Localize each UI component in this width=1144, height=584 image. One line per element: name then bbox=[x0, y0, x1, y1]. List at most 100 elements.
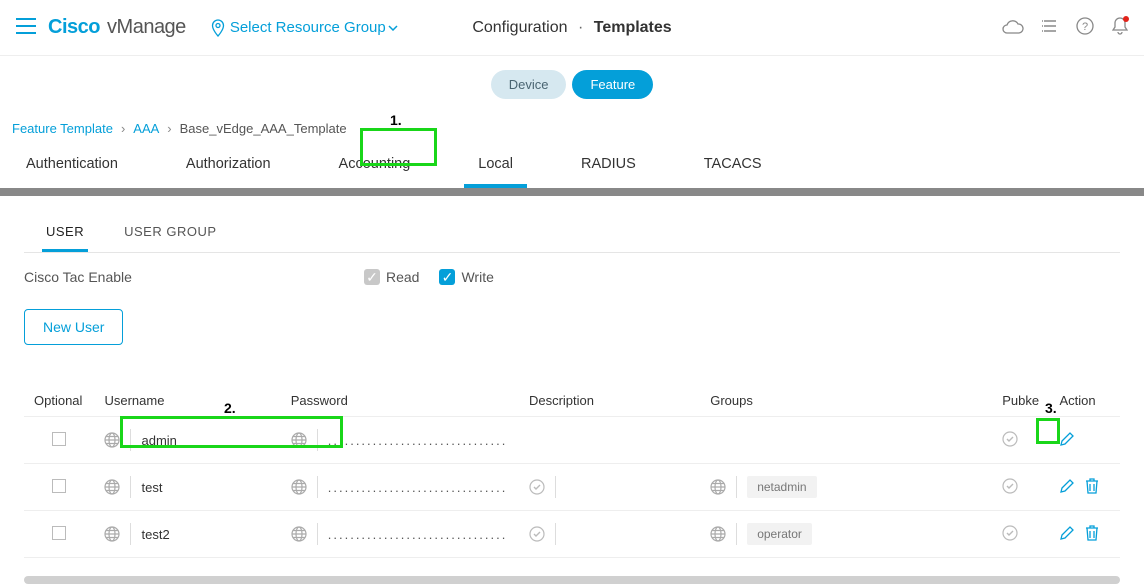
brand-main: Cisco bbox=[48, 16, 100, 38]
crumb-current: Base_vEdge_AAA_Template bbox=[180, 121, 347, 136]
title-separator: · bbox=[578, 19, 583, 36]
col-description: Description bbox=[519, 385, 700, 417]
write-label: Write bbox=[461, 269, 493, 285]
tab-tacacs[interactable]: TACACS bbox=[690, 144, 776, 188]
check-circle-icon[interactable] bbox=[529, 526, 545, 542]
table-row: admin................................ bbox=[24, 417, 1120, 464]
globe-icon[interactable] bbox=[104, 526, 120, 542]
password-value: ................................ bbox=[328, 480, 508, 495]
divider bbox=[736, 523, 737, 545]
cloud-icon[interactable] bbox=[1002, 18, 1024, 37]
read-label: Read bbox=[386, 269, 419, 285]
optional-checkbox[interactable] bbox=[52, 432, 66, 446]
edit-icon[interactable] bbox=[1059, 478, 1075, 497]
delete-icon[interactable] bbox=[1085, 525, 1099, 544]
divider-bar bbox=[0, 188, 1144, 196]
divider bbox=[555, 476, 556, 498]
col-groups: Groups bbox=[700, 385, 992, 417]
new-user-button[interactable]: New User bbox=[24, 309, 123, 345]
callout-1: 1. bbox=[390, 112, 402, 128]
globe-icon[interactable] bbox=[710, 479, 726, 495]
optional-checkbox[interactable] bbox=[52, 479, 66, 493]
group-tag: netadmin bbox=[747, 476, 816, 498]
page-subsection: Templates bbox=[594, 19, 672, 36]
device-pill[interactable]: Device bbox=[491, 70, 567, 99]
subtab-user-group[interactable]: USER GROUP bbox=[120, 214, 220, 252]
sub-tabs: USER USER GROUP bbox=[24, 214, 1120, 253]
brand-logo: Cisco vManage bbox=[48, 16, 186, 39]
table-row: test................................ neta… bbox=[24, 464, 1120, 511]
main-tabs: Authentication Authorization Accounting … bbox=[0, 144, 1144, 188]
help-icon[interactable]: ? bbox=[1076, 17, 1094, 38]
password-value: ................................ bbox=[328, 433, 508, 448]
callout-3: 3. bbox=[1045, 400, 1057, 416]
menu-icon[interactable] bbox=[16, 18, 36, 37]
list-icon[interactable] bbox=[1042, 19, 1058, 36]
resource-group-selector[interactable]: Select Resource Group bbox=[210, 19, 402, 37]
username-value: test2 bbox=[141, 527, 169, 542]
check-icon: ✓ bbox=[364, 269, 380, 285]
resource-group-label: Select Resource Group bbox=[230, 19, 386, 36]
globe-icon[interactable] bbox=[104, 432, 120, 448]
divider bbox=[555, 523, 556, 545]
users-table: Optional Username Password Description G… bbox=[24, 385, 1120, 558]
col-action: Action bbox=[1049, 385, 1120, 417]
subtab-user[interactable]: USER bbox=[42, 214, 88, 252]
globe-icon[interactable] bbox=[291, 526, 307, 542]
crumb-aaa[interactable]: AAA bbox=[133, 121, 159, 136]
chevron-right-icon: › bbox=[167, 121, 171, 136]
edit-icon[interactable] bbox=[1059, 431, 1075, 450]
header-actions: ? bbox=[1002, 17, 1128, 38]
pin-icon bbox=[210, 19, 226, 37]
col-optional: Optional bbox=[24, 385, 94, 417]
tac-enable-row: Cisco Tac Enable ✓ Read ✓ Write bbox=[24, 253, 1120, 309]
tab-authentication[interactable]: Authentication bbox=[12, 144, 132, 188]
username-value: admin bbox=[141, 433, 176, 448]
svg-text:?: ? bbox=[1082, 21, 1088, 33]
divider bbox=[736, 476, 737, 498]
app-header: Cisco vManage Select Resource Group Conf… bbox=[0, 0, 1144, 56]
chevron-right-icon: › bbox=[121, 121, 125, 136]
col-pubkey: Pubke bbox=[992, 385, 1049, 417]
col-password: Password bbox=[281, 385, 519, 417]
divider bbox=[130, 523, 131, 545]
brand-sub: vManage bbox=[107, 16, 186, 38]
tab-local[interactable]: Local bbox=[464, 144, 527, 188]
write-checkbox[interactable]: ✓ Write bbox=[439, 269, 493, 285]
check-circle-icon[interactable] bbox=[1002, 478, 1018, 494]
group-tag: operator bbox=[747, 523, 812, 545]
content-area: USER USER GROUP Cisco Tac Enable ✓ Read … bbox=[0, 214, 1144, 558]
table-row: test2................................ ope… bbox=[24, 511, 1120, 558]
globe-icon[interactable] bbox=[291, 432, 307, 448]
check-circle-icon[interactable] bbox=[1002, 525, 1018, 541]
chevron-down-icon bbox=[388, 25, 398, 31]
divider bbox=[130, 476, 131, 498]
callout-2: 2. bbox=[224, 400, 236, 416]
globe-icon[interactable] bbox=[710, 526, 726, 542]
notifications-icon[interactable] bbox=[1112, 17, 1128, 38]
horizontal-scrollbar[interactable] bbox=[24, 576, 1120, 584]
delete-icon[interactable] bbox=[1085, 478, 1099, 497]
optional-checkbox[interactable] bbox=[52, 526, 66, 540]
edit-icon[interactable] bbox=[1059, 525, 1075, 544]
check-circle-icon[interactable] bbox=[1002, 431, 1018, 447]
globe-icon[interactable] bbox=[291, 479, 307, 495]
tac-label: Cisco Tac Enable bbox=[24, 269, 364, 285]
breadcrumb: Feature Template › AAA › Base_vEdge_AAA_… bbox=[0, 113, 1144, 144]
check-icon: ✓ bbox=[439, 269, 455, 285]
page-section: Configuration bbox=[472, 19, 567, 36]
globe-icon[interactable] bbox=[104, 479, 120, 495]
divider bbox=[317, 429, 318, 451]
read-checkbox[interactable]: ✓ Read bbox=[364, 269, 419, 285]
feature-pill[interactable]: Feature bbox=[572, 70, 653, 99]
check-circle-icon[interactable] bbox=[529, 479, 545, 495]
password-value: ................................ bbox=[328, 527, 508, 542]
tab-radius[interactable]: RADIUS bbox=[567, 144, 650, 188]
crumb-feature-template[interactable]: Feature Template bbox=[12, 121, 113, 136]
divider bbox=[130, 429, 131, 451]
page-title: Configuration · Templates bbox=[472, 19, 671, 37]
tab-authorization[interactable]: Authorization bbox=[172, 144, 285, 188]
tab-accounting[interactable]: Accounting bbox=[325, 144, 425, 188]
col-username: Username bbox=[94, 385, 280, 417]
username-value: test bbox=[141, 480, 162, 495]
